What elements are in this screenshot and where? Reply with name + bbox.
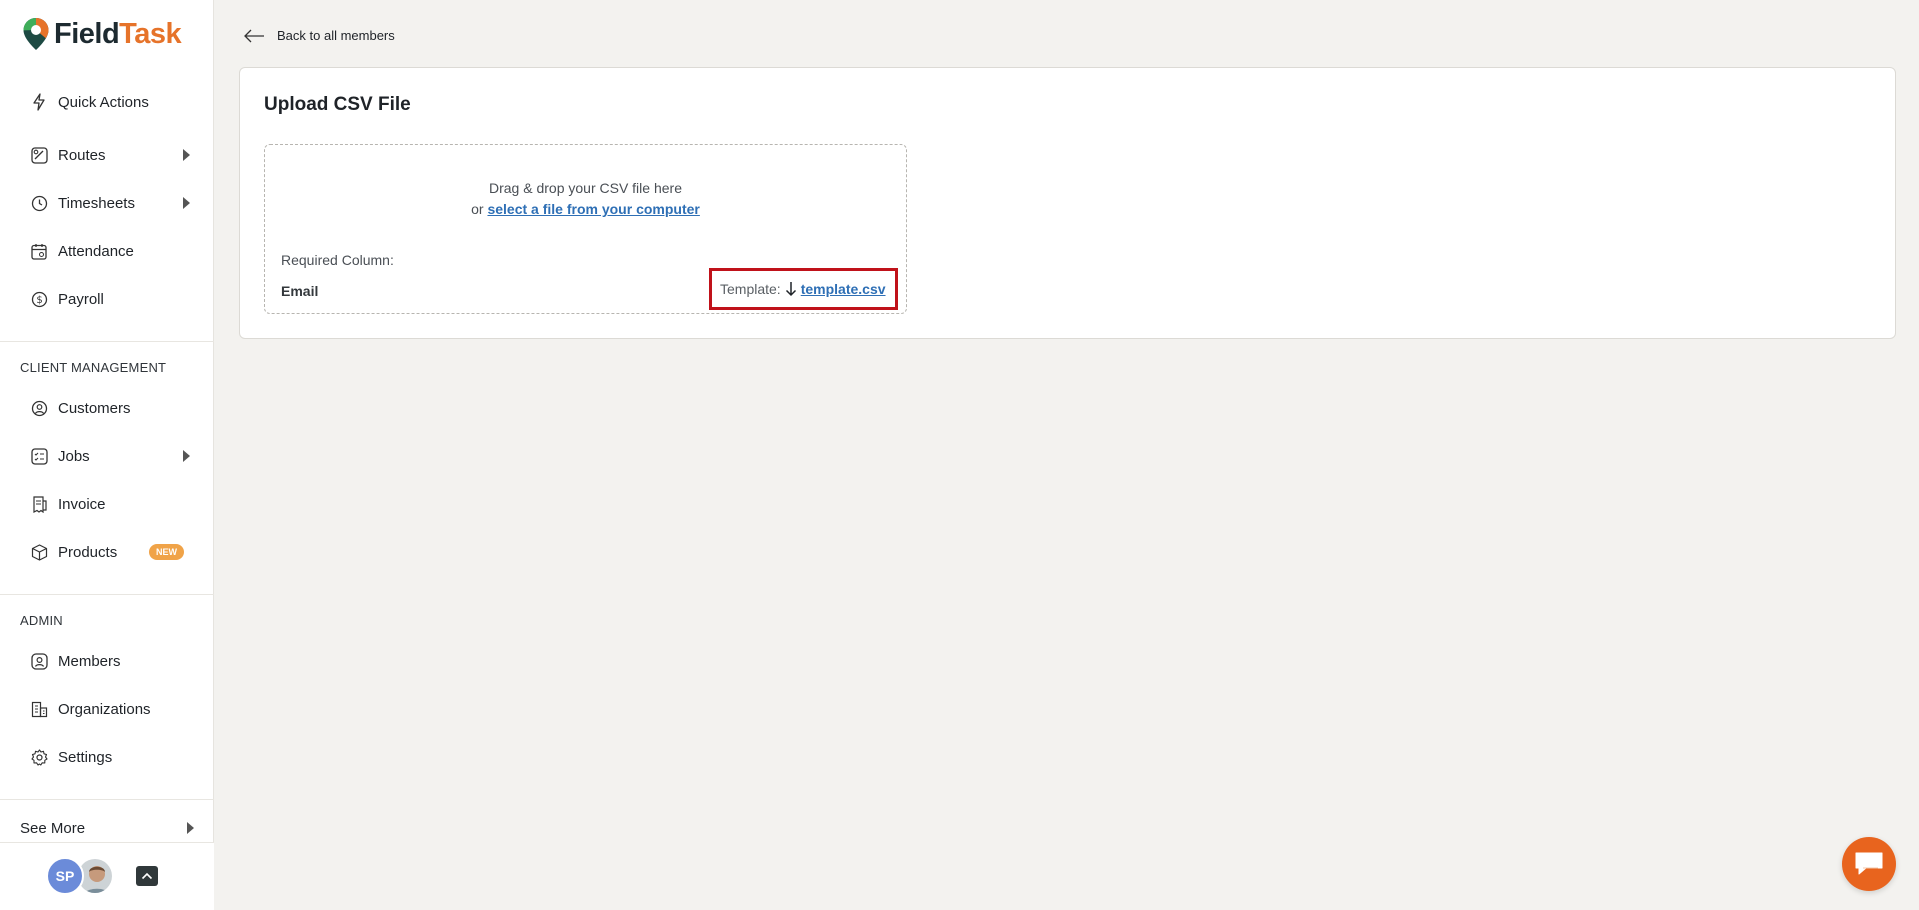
- chevron-up-icon: [141, 872, 153, 880]
- divider: [0, 594, 214, 595]
- gear-icon: [30, 748, 48, 766]
- member-icon: [30, 652, 48, 670]
- sidebar-item-label: Customers: [58, 399, 131, 417]
- caret-right-icon: [183, 197, 190, 209]
- sidebar-item-quick-actions[interactable]: Quick Actions: [30, 88, 200, 116]
- sidebar-item-label: Attendance: [58, 242, 134, 260]
- organization-icon: [30, 700, 48, 718]
- dropzone-select-line: or select a file from your computer: [264, 201, 907, 217]
- sidebar-item-members[interactable]: Members: [30, 647, 200, 675]
- logo-text: FieldTask: [54, 17, 182, 50]
- sidebar-item-label: Jobs: [58, 447, 90, 465]
- sidebar-item-label: Organizations: [58, 700, 151, 718]
- caret-right-icon: [183, 149, 190, 161]
- arrow-left-icon: [244, 29, 264, 42]
- dropzone-or-text: or: [471, 201, 484, 217]
- section-heading-client-management: CLIENT MANAGEMENT: [20, 360, 167, 375]
- logo[interactable]: FieldTask: [22, 17, 182, 51]
- sidebar-item-attendance[interactable]: Attendance: [30, 237, 200, 265]
- caret-right-icon: [187, 822, 194, 834]
- download-arrow-icon: [785, 282, 796, 297]
- new-badge: NEW: [149, 544, 184, 560]
- template-label: Template:: [720, 281, 781, 297]
- sidebar-item-payroll[interactable]: $ Payroll: [30, 285, 200, 313]
- lightning-icon: [30, 93, 48, 111]
- required-column-label: Required Column:: [281, 252, 394, 268]
- dropzone-instruction: Drag & drop your CSV file here: [489, 180, 682, 196]
- chat-support-button[interactable]: [1842, 837, 1896, 891]
- template-download-highlight: Template: template.csv: [709, 268, 898, 310]
- clock-icon: [30, 194, 48, 212]
- chat-icon: [1855, 852, 1883, 875]
- sidebar-item-label: Timesheets: [58, 194, 135, 212]
- box-icon: [30, 543, 48, 561]
- jobs-icon: [30, 447, 48, 465]
- sidebar-item-invoice[interactable]: Invoice: [30, 490, 200, 518]
- back-link-label: Back to all members: [277, 28, 395, 43]
- calendar-icon: [30, 242, 48, 260]
- sidebar-item-label: Quick Actions: [58, 93, 149, 111]
- sidebar-item-jobs[interactable]: Jobs: [30, 442, 200, 470]
- see-more-label: See More: [20, 819, 86, 837]
- user-avatar-initials[interactable]: SP: [46, 857, 84, 895]
- sidebar-item-label: Payroll: [58, 290, 104, 308]
- divider: [0, 341, 214, 342]
- route-icon: [30, 146, 48, 164]
- collapse-footer-button[interactable]: [136, 866, 158, 886]
- sidebar-item-organizations[interactable]: Organizations: [30, 695, 200, 723]
- invoice-icon: [30, 495, 48, 513]
- divider: [0, 799, 214, 800]
- location-pin-icon: [23, 18, 49, 50]
- sidebar-item-settings[interactable]: Settings: [30, 743, 200, 771]
- svg-text:$: $: [36, 295, 42, 306]
- section-heading-admin: ADMIN: [20, 613, 63, 628]
- see-more-toggle[interactable]: See More: [20, 818, 194, 838]
- sidebar-item-label: Invoice: [58, 495, 106, 513]
- sidebar: FieldTask Quick Actions Routes Timesheet…: [0, 0, 214, 910]
- sidebar-item-products[interactable]: Products NEW: [30, 538, 200, 566]
- page-title: Upload CSV File: [264, 94, 411, 115]
- back-to-members-link[interactable]: Back to all members: [243, 28, 395, 43]
- sidebar-item-customers[interactable]: Customers: [30, 394, 200, 422]
- sidebar-item-label: Products: [58, 543, 118, 561]
- template-download-link[interactable]: template.csv: [801, 281, 886, 297]
- sidebar-item-label: Settings: [58, 748, 113, 766]
- sidebar-item-routes[interactable]: Routes: [30, 141, 200, 169]
- required-column-value: Email: [281, 283, 319, 299]
- customer-icon: [30, 399, 48, 417]
- caret-right-icon: [183, 450, 190, 462]
- payroll-icon: $: [30, 290, 48, 308]
- sidebar-item-label: Members: [58, 652, 121, 670]
- select-file-link[interactable]: select a file from your computer: [487, 201, 699, 217]
- sidebar-item-timesheets[interactable]: Timesheets: [30, 189, 200, 217]
- sidebar-item-label: Routes: [58, 146, 106, 164]
